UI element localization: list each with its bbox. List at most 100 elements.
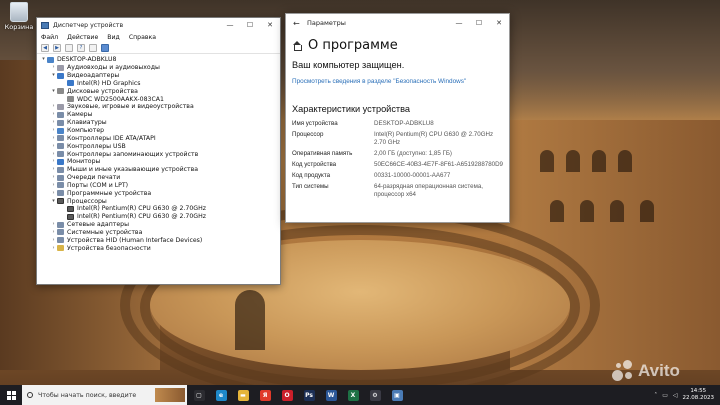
expand-arrow-icon[interactable]: ›: [50, 221, 57, 228]
device-tree-item[interactable]: ▾ Дисковые устройства: [40, 87, 280, 95]
expand-arrow-icon[interactable]: ›: [50, 182, 57, 189]
device-tree-item[interactable]: ▾ DESKTOP-ADBKLU8: [40, 56, 280, 64]
taskbar-app-excel[interactable]: X: [343, 385, 363, 405]
device-tree-item[interactable]: › Аудиовходы и аудиовыходы: [40, 64, 280, 72]
device-tree[interactable]: ▾ DESKTOP-ADBKLU8 › Аудиовходы и аудиовыход…: [37, 54, 280, 252]
expand-arrow-icon[interactable]: ›: [50, 245, 57, 252]
expand-arrow-icon[interactable]: ›: [50, 119, 57, 126]
minimize-icon[interactable]: —: [449, 19, 469, 27]
start-button[interactable]: [0, 385, 22, 405]
maximize-icon[interactable]: ☐: [240, 21, 260, 29]
expand-arrow-icon[interactable]: ›: [50, 166, 57, 173]
recycle-bin-shortcut[interactable]: Корзина: [3, 2, 35, 31]
tray-overflow-icon[interactable]: ˄: [654, 392, 657, 399]
device-tree-label: Очереди печати: [67, 174, 121, 182]
taskbar-app-task-view[interactable]: ▢: [189, 385, 209, 405]
menu-view[interactable]: Вид: [107, 34, 120, 41]
device-tree-label: Мониторы: [67, 158, 101, 166]
device-manager-titlebar[interactable]: Диспетчер устройств — ☐ ✕: [37, 18, 280, 32]
back-arrow-icon[interactable]: ◀: [41, 43, 49, 52]
network-icon[interactable]: ▭: [662, 392, 668, 399]
device-tree-label: Клавиатуры: [67, 119, 107, 127]
collapse-arrow-icon[interactable]: ▾: [50, 88, 57, 95]
expand-arrow-icon[interactable]: ›: [50, 190, 57, 197]
clock-time: 14:55: [690, 388, 707, 394]
watermark-text: Avito: [638, 361, 680, 380]
device-tree-item[interactable]: › Мыши и иные указывающие устройства: [40, 166, 280, 174]
taskbar-clock[interactable]: 14:55 22.08.2023: [683, 388, 715, 402]
minimize-icon[interactable]: —: [220, 21, 240, 29]
collapse-arrow-icon[interactable]: ▾: [50, 198, 57, 205]
expand-arrow-icon[interactable]: ›: [50, 127, 57, 134]
device-tree-item[interactable]: › Устройства безопасности: [40, 244, 280, 252]
expand-arrow-icon[interactable]: ›: [50, 229, 57, 236]
collapse-arrow-icon[interactable]: ▾: [40, 56, 47, 63]
dev-device-icon: [57, 119, 64, 126]
properties-icon[interactable]: [65, 43, 73, 52]
close-icon[interactable]: ✕: [260, 21, 280, 29]
device-tree-item[interactable]: Intel(R) HD Graphics: [40, 80, 280, 88]
device-tree-item[interactable]: › Звуковые, игровые и видеоустройства: [40, 103, 280, 111]
device-tree-item[interactable]: › Контроллеры USB: [40, 142, 280, 150]
menu-action[interactable]: Действие: [67, 34, 98, 41]
expand-arrow-icon[interactable]: ›: [50, 158, 57, 165]
device-tree-item[interactable]: WDC WD2500AAKX-083CA1: [40, 95, 280, 103]
device-manager-window[interactable]: Диспетчер устройств — ☐ ✕ Файл Действие …: [36, 17, 281, 285]
expand-arrow-icon[interactable]: ›: [50, 151, 57, 158]
expand-arrow-icon[interactable]: ›: [50, 111, 57, 118]
taskbar-app-settings[interactable]: ⚙: [365, 385, 385, 405]
device-tree-item[interactable]: › Мониторы: [40, 158, 280, 166]
settings-titlebar[interactable]: ← Параметры — ☐ ✕: [286, 14, 509, 32]
device-tree-item[interactable]: › Камеры: [40, 111, 280, 119]
device-tree-item[interactable]: › Очереди печати: [40, 174, 280, 182]
device-tree-item[interactable]: › Порты (COM и LPT): [40, 182, 280, 190]
close-icon[interactable]: ✕: [489, 19, 509, 27]
device-tree-item[interactable]: Intel(R) Pentium(R) CPU G630 @ 2.70GHz: [40, 205, 280, 213]
device-tree-item[interactable]: ▾ Процессоры: [40, 197, 280, 205]
taskbar-app-yandex[interactable]: Я: [255, 385, 275, 405]
expand-arrow-icon[interactable]: ›: [50, 174, 57, 181]
spec-row: Процессор Intel(R) Pentium(R) CPU G630 @…: [292, 131, 503, 146]
device-tree-item[interactable]: › Системные устройства: [40, 229, 280, 237]
device-tree-label: Intel(R) HD Graphics: [77, 79, 141, 87]
taskbar-search-box[interactable]: Чтобы начать поиск, введите: [22, 385, 187, 405]
monitor-icon[interactable]: [101, 43, 109, 52]
home-icon[interactable]: [292, 40, 302, 51]
taskbar-app-explorer[interactable]: ▬: [233, 385, 253, 405]
collapse-arrow-icon[interactable]: ▾: [50, 72, 57, 79]
forward-arrow-icon[interactable]: ▶: [53, 43, 61, 52]
expand-arrow-icon[interactable]: ›: [50, 143, 57, 150]
device-tree-item[interactable]: › Компьютер: [40, 127, 280, 135]
device-tree-item[interactable]: › Устройства HID (Human Interface Devices…: [40, 236, 280, 244]
taskbar-app-edge[interactable]: e: [211, 385, 231, 405]
security-details-link[interactable]: Просмотреть сведения в разделе "Безопасн…: [286, 70, 509, 86]
device-tree-item[interactable]: › Клавиатуры: [40, 119, 280, 127]
volume-icon[interactable]: ◁: [673, 392, 678, 399]
settings-window[interactable]: ← Параметры — ☐ ✕ О программе Ваш компью…: [285, 13, 510, 223]
device-tree-item[interactable]: › Программные устройства: [40, 189, 280, 197]
spec-value: 00331-10000-00001-AA677: [374, 172, 451, 180]
expand-arrow-icon[interactable]: ›: [50, 103, 57, 110]
spec-key: Процессор: [292, 131, 324, 139]
device-tree-item[interactable]: Intel(R) Pentium(R) CPU G630 @ 2.70GHz: [40, 213, 280, 221]
system-tray: ˄ ▭ ◁ 14:55 22.08.2023: [654, 385, 720, 405]
expand-arrow-icon[interactable]: ›: [50, 135, 57, 142]
taskbar-app-word[interactable]: W: [321, 385, 341, 405]
dev-device-icon: [57, 190, 64, 197]
taskbar-app-opera[interactable]: O: [277, 385, 297, 405]
update-driver-icon[interactable]: [89, 43, 97, 52]
taskbar-app-device-manager[interactable]: ▣: [387, 385, 407, 405]
menu-file[interactable]: Файл: [41, 34, 58, 41]
device-tree-item[interactable]: › Контроллеры IDE ATA/ATAPI: [40, 134, 280, 142]
expand-arrow-icon[interactable]: ›: [50, 64, 57, 71]
back-arrow-icon[interactable]: ←: [293, 19, 307, 28]
device-tree-item[interactable]: › Сетевые адаптеры: [40, 221, 280, 229]
help-icon[interactable]: ?: [77, 43, 85, 52]
task-view-icon: ▢: [193, 389, 205, 401]
expand-arrow-icon[interactable]: ›: [50, 237, 57, 244]
maximize-icon[interactable]: ☐: [469, 19, 489, 27]
taskbar-app-photoshop[interactable]: Ps: [299, 385, 319, 405]
device-tree-item[interactable]: ▾ Видеоадаптеры: [40, 72, 280, 80]
menu-help[interactable]: Справка: [129, 34, 156, 41]
device-tree-item[interactable]: › Контроллеры запоминающих устройств: [40, 150, 280, 158]
